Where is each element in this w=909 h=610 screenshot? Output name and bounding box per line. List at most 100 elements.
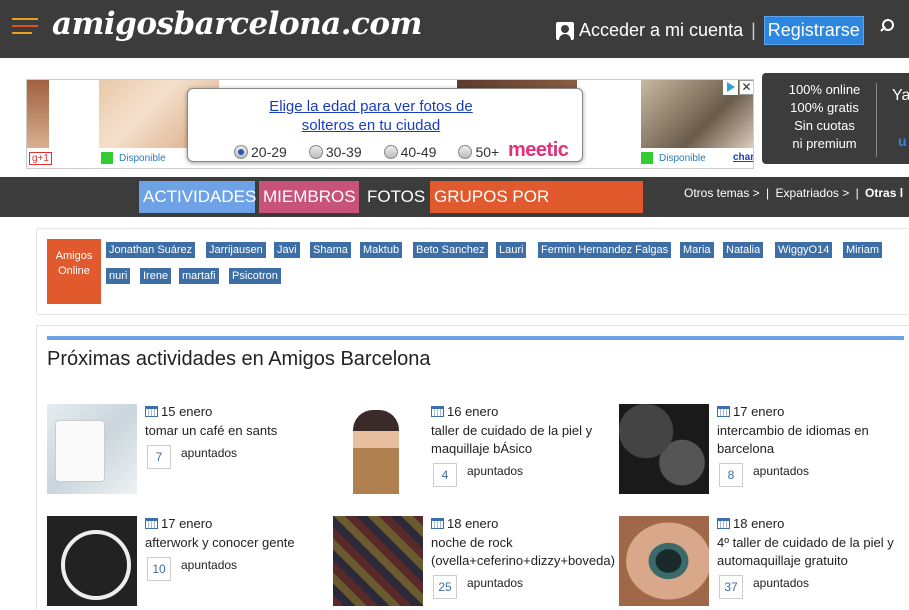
online-user-tag[interactable]: Jonathan Suárez	[106, 242, 196, 258]
activity-thumbnail[interactable]	[47, 404, 137, 494]
online-user-tag[interactable]: Psicotron	[229, 268, 281, 284]
activity-date: 17 enero	[145, 516, 212, 531]
ad-headline[interactable]: Elige la edad para ver fotos de solteros…	[188, 97, 484, 135]
tab-miembros[interactable]: MIEMBROS	[259, 181, 359, 213]
ad-photo	[27, 80, 49, 148]
online-user-tag[interactable]: Shama	[310, 242, 351, 258]
age-option-label: 40-49	[400, 144, 437, 160]
online-user-tag[interactable]: Maria	[680, 242, 714, 258]
radio-button[interactable]	[308, 145, 323, 159]
activity-date: 16 enero	[431, 404, 498, 419]
separator: |	[751, 20, 756, 40]
online-user-tag[interactable]: Lauri	[496, 242, 527, 258]
attendee-count: 4	[433, 463, 457, 487]
calendar-icon	[145, 406, 158, 417]
radio-button[interactable]	[234, 145, 248, 159]
activity-title[interactable]: 4º taller de cuidado de la piel y automa…	[717, 534, 909, 570]
meetic-logo[interactable]: meetic	[508, 139, 569, 162]
hamburger-menu-icon[interactable]	[12, 18, 38, 36]
online-user-tag[interactable]: Jarrijausen	[206, 242, 266, 258]
online-user-tag[interactable]: Maktub	[360, 242, 403, 258]
activity-card[interactable]: 18 enero noche de rock (ovella+ceferino+…	[333, 516, 615, 606]
promo-line: Sin cuotas	[794, 118, 855, 133]
activity-card[interactable]: 17 enero intercambio de idiomas en barce…	[619, 404, 904, 494]
activity-card[interactable]: 16 enero taller de cuidado de la piel y …	[333, 404, 613, 494]
promo-box: 100% online 100% gratis Sin cuotas ni pr…	[762, 73, 909, 164]
search-icon[interactable]	[880, 19, 894, 33]
promo-lines: 100% online 100% gratis Sin cuotas ni pr…	[762, 81, 887, 153]
attendee-label: apuntados	[467, 576, 524, 590]
activity-title[interactable]: afterwork y conocer gente	[145, 534, 345, 552]
promo-line: 100% gratis	[790, 100, 859, 115]
activity-date: 18 enero	[431, 516, 498, 531]
activity-card[interactable]: 17 enero afterwork y conocer gente 10 ap…	[47, 516, 327, 606]
calendar-icon	[431, 406, 444, 417]
online-user-tag[interactable]: Miriam	[843, 242, 882, 258]
attendee-count: 7	[147, 445, 171, 469]
status-label: Disponible	[659, 152, 706, 164]
tab-grupos[interactable]: GRUPOS POR AFICIONES	[430, 181, 643, 238]
activity-card[interactable]: 15 enero tomar un café en sants 7 apunta…	[47, 404, 327, 494]
age-option[interactable]: 30-39	[308, 144, 362, 160]
radio-button[interactable]	[458, 145, 473, 159]
age-option[interactable]: 40-49	[383, 144, 437, 160]
online-user-tag[interactable]: WiggyO14	[775, 242, 833, 258]
link-separator: |	[766, 186, 770, 200]
attendee-count: 8	[719, 463, 743, 487]
ad-cut-link[interactable]: charl	[733, 152, 753, 163]
promo-line: ni premium	[792, 136, 857, 151]
calendar-icon	[717, 518, 730, 529]
site-logo[interactable]: amigosbarcelona.com	[52, 6, 422, 42]
site-header: amigosbarcelona.com Acceder a mi cuenta …	[0, 0, 909, 58]
link-otros-temas[interactable]: Otros temas >	[684, 186, 760, 200]
attendee-count: 37	[719, 575, 743, 599]
attendee-label: apuntados	[467, 464, 524, 478]
online-user-tag[interactable]: Natalia	[723, 242, 764, 258]
activity-title[interactable]: tomar un café en sants	[145, 422, 345, 440]
gplus-badge[interactable]: g+1	[29, 152, 52, 165]
status-available: Disponible	[641, 152, 706, 164]
online-user-tag[interactable]: martafi	[179, 268, 219, 284]
link-otras[interactable]: Otras l	[865, 186, 903, 200]
activities-section: Próximas actividades en Amigos Barcelona…	[36, 325, 909, 610]
ad-close-button[interactable]: ✕	[739, 80, 753, 95]
activity-thumbnail[interactable]	[333, 516, 423, 606]
activity-date: 15 enero	[145, 404, 212, 419]
age-option-label: 50+	[475, 144, 500, 160]
activity-date-text: 16 enero	[447, 404, 499, 419]
activity-date-text: 17 enero	[161, 516, 213, 531]
ad-choices-icon[interactable]	[723, 80, 738, 95]
tab-fotos[interactable]: FOTOS	[363, 181, 427, 213]
ad-age-selector: Elige la edad para ver fotos de solteros…	[187, 88, 583, 162]
online-user-tag[interactable]: Fermin Hernandez Falgas	[538, 242, 672, 258]
online-user-tag[interactable]: Javi	[274, 242, 300, 258]
age-option-label: 30-39	[325, 144, 362, 160]
radio-button[interactable]	[383, 145, 398, 159]
age-option[interactable]: 50+	[458, 144, 499, 160]
promo-line: 100% online	[788, 82, 861, 97]
activity-thumbnail[interactable]	[47, 516, 137, 606]
online-user-tag[interactable]: Irene	[140, 268, 172, 284]
activity-title[interactable]: taller de cuidado de la piel y maquillaj…	[431, 422, 631, 458]
activity-card[interactable]: 18 enero 4º taller de cuidado de la piel…	[619, 516, 904, 606]
activity-title[interactable]: intercambio de idiomas en barcelona	[717, 422, 909, 458]
attendee-label: apuntados	[181, 558, 238, 572]
activity-thumbnail[interactable]	[619, 516, 709, 606]
status-available: Disponible	[101, 152, 166, 164]
activity-thumbnail[interactable]	[333, 404, 423, 494]
register-button[interactable]: Registrarse	[763, 16, 864, 45]
age-option[interactable]: 20-29	[234, 144, 287, 160]
link-expatriados[interactable]: Expatriados >	[776, 186, 850, 200]
promo-cut-link[interactable]: u	[898, 133, 907, 149]
online-user-tag[interactable]: Beto Sanchez	[413, 242, 488, 258]
main-nav: ACTIVIDADES MIEMBROS FOTOS GRUPOS POR AF…	[0, 177, 909, 238]
online-user-tag[interactable]: nuri	[106, 268, 131, 284]
attendee-label: apuntados	[181, 446, 238, 460]
attendee-count: 25	[433, 575, 457, 599]
activity-title[interactable]: noche de rock (ovella+ceferino+dizzy+bov…	[431, 534, 631, 570]
activity-thumbnail[interactable]	[619, 404, 709, 494]
online-dot-icon	[101, 152, 113, 164]
login-link[interactable]: Acceder a mi cuenta	[579, 20, 743, 41]
tab-actividades[interactable]: ACTIVIDADES	[139, 181, 256, 213]
ad-banner[interactable]: g+1 Disponible Disponible charl Elige la…	[26, 79, 754, 169]
